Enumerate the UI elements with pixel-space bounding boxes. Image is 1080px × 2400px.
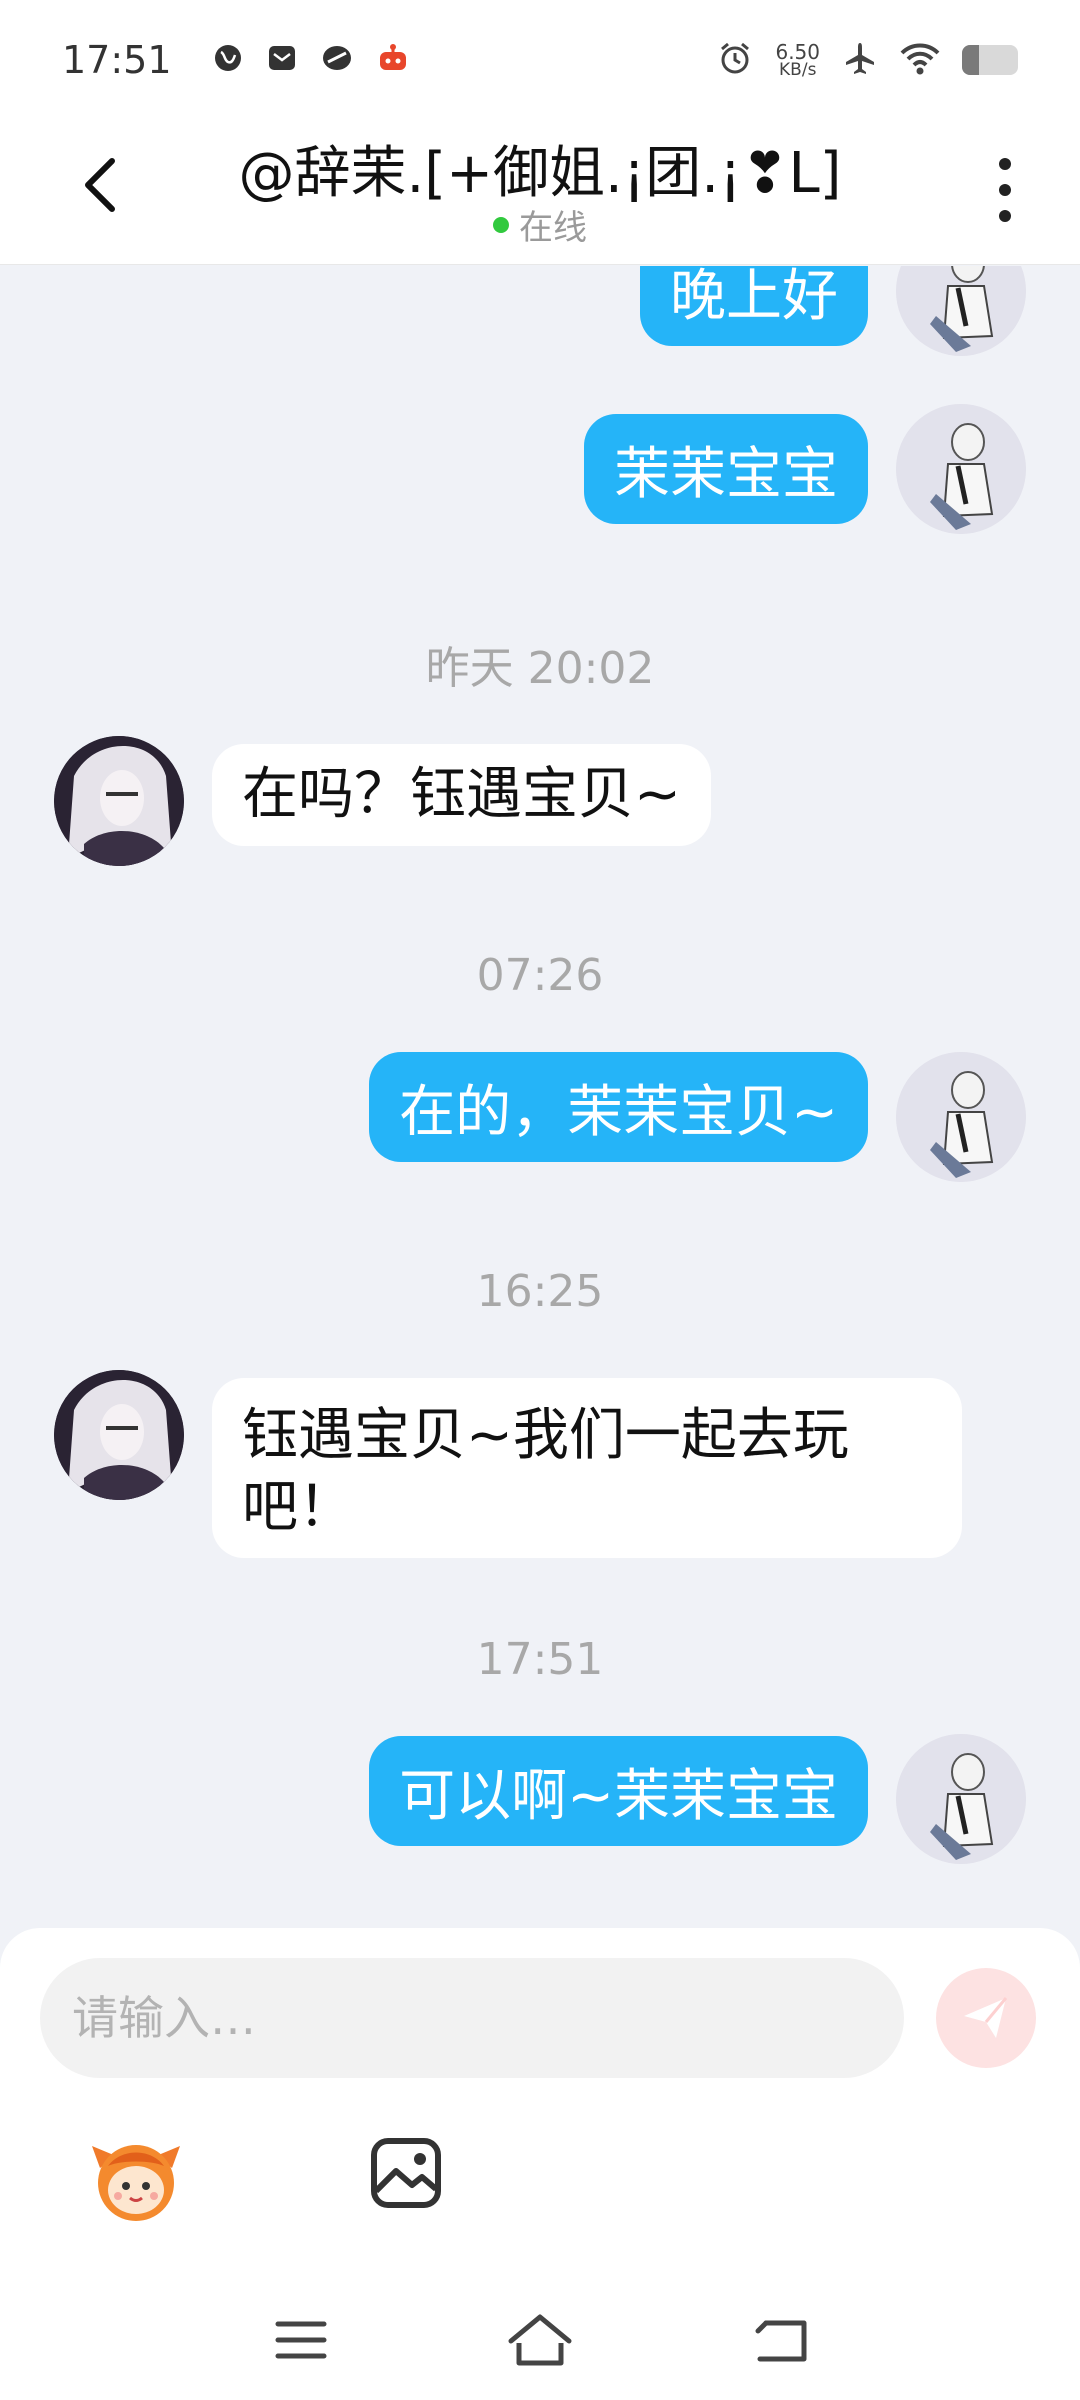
contact-avatar[interactable] bbox=[54, 736, 184, 866]
presence-label: 在线 bbox=[519, 208, 587, 248]
more-dot-icon bbox=[999, 158, 1011, 170]
message-bubble-sent[interactable]: 在的，茉茉宝贝~ bbox=[369, 1052, 868, 1162]
home-icon bbox=[508, 2314, 572, 2366]
app-icon bbox=[320, 42, 354, 78]
globe-icon bbox=[212, 42, 244, 78]
message-row: 晚上好 bbox=[0, 266, 1080, 366]
message-row: 在的，茉茉宝贝~ bbox=[0, 1052, 1080, 1182]
back-nav-button[interactable] bbox=[746, 2310, 816, 2370]
airplane-icon bbox=[842, 40, 878, 80]
self-avatar[interactable] bbox=[896, 1734, 1026, 1864]
back-icon bbox=[755, 2320, 807, 2362]
chat-title: @辞茉.[+御姐.¡团.¡❣L] bbox=[238, 141, 842, 206]
timestamp: 昨天 20:02 bbox=[425, 643, 655, 694]
more-dot-icon bbox=[999, 210, 1011, 222]
status-time: 17:51 bbox=[62, 38, 172, 82]
self-avatar[interactable] bbox=[896, 266, 1026, 356]
message-row: 在吗？钰遇宝贝~ bbox=[0, 736, 1080, 876]
message-row: 茉茉宝宝 bbox=[0, 404, 1080, 544]
system-nav-bar bbox=[0, 2290, 1080, 2400]
more-dot-icon bbox=[999, 184, 1011, 196]
self-avatar[interactable] bbox=[896, 404, 1026, 534]
net-speed-value: 6.50 bbox=[775, 39, 820, 64]
message-list[interactable]: 晚上好 茉茉宝宝 昨天 20:02 在吗？钰遇宝贝~ 07:26 在的，茉茉宝贝… bbox=[0, 266, 1080, 1926]
menu-button[interactable] bbox=[266, 2310, 336, 2370]
timestamp: 07:26 bbox=[476, 950, 604, 1001]
send-button[interactable] bbox=[936, 1968, 1036, 2068]
home-button[interactable] bbox=[505, 2310, 575, 2370]
timestamp: 16:25 bbox=[476, 1266, 604, 1317]
more-options-button[interactable] bbox=[985, 150, 1025, 230]
robot-icon bbox=[376, 42, 410, 78]
online-dot-icon bbox=[493, 216, 509, 233]
send-icon bbox=[964, 1997, 1008, 2038]
presence-status: 在线 bbox=[0, 200, 1080, 249]
sticker-icon bbox=[92, 2145, 180, 2221]
chat-header: @辞茉.[+御姐.¡团.¡❣L] 在线 bbox=[0, 120, 1080, 265]
status-right-icons: 6.50 KB/s bbox=[717, 40, 1018, 80]
image-button[interactable] bbox=[366, 2133, 446, 2213]
mail-icon bbox=[266, 42, 298, 78]
status-bar: 17:51 6.50 KB/s bbox=[0, 0, 1080, 120]
alarm-icon bbox=[717, 40, 753, 80]
message-row: 钰遇宝贝~我们一起去玩吧！ bbox=[0, 1370, 1080, 1570]
timestamp: 17:51 bbox=[476, 1634, 604, 1685]
menu-icon bbox=[275, 2321, 327, 2359]
message-input[interactable] bbox=[40, 1958, 904, 2078]
self-avatar[interactable] bbox=[896, 1052, 1026, 1182]
message-row: 可以啊~茉茉宝宝 bbox=[0, 1734, 1080, 1866]
contact-avatar[interactable] bbox=[54, 1370, 184, 1500]
wifi-icon bbox=[900, 41, 940, 79]
message-bubble-sent[interactable]: 晚上好 bbox=[640, 266, 868, 346]
battery-fill bbox=[962, 45, 979, 75]
net-speed-unit: KB/s bbox=[779, 59, 817, 80]
message-bubble-sent[interactable]: 可以啊~茉茉宝宝 bbox=[369, 1736, 868, 1846]
image-icon bbox=[371, 2138, 441, 2208]
message-bubble-sent[interactable]: 茉茉宝宝 bbox=[584, 414, 868, 524]
net-speed: 6.50 KB/s bbox=[775, 42, 820, 79]
status-left-icons bbox=[212, 42, 410, 78]
message-bubble-received[interactable]: 钰遇宝贝~我们一起去玩吧！ bbox=[212, 1378, 962, 1558]
battery-icon bbox=[962, 45, 1018, 75]
message-bubble-received[interactable]: 在吗？钰遇宝贝~ bbox=[212, 744, 711, 846]
sticker-button[interactable] bbox=[86, 2128, 186, 2228]
